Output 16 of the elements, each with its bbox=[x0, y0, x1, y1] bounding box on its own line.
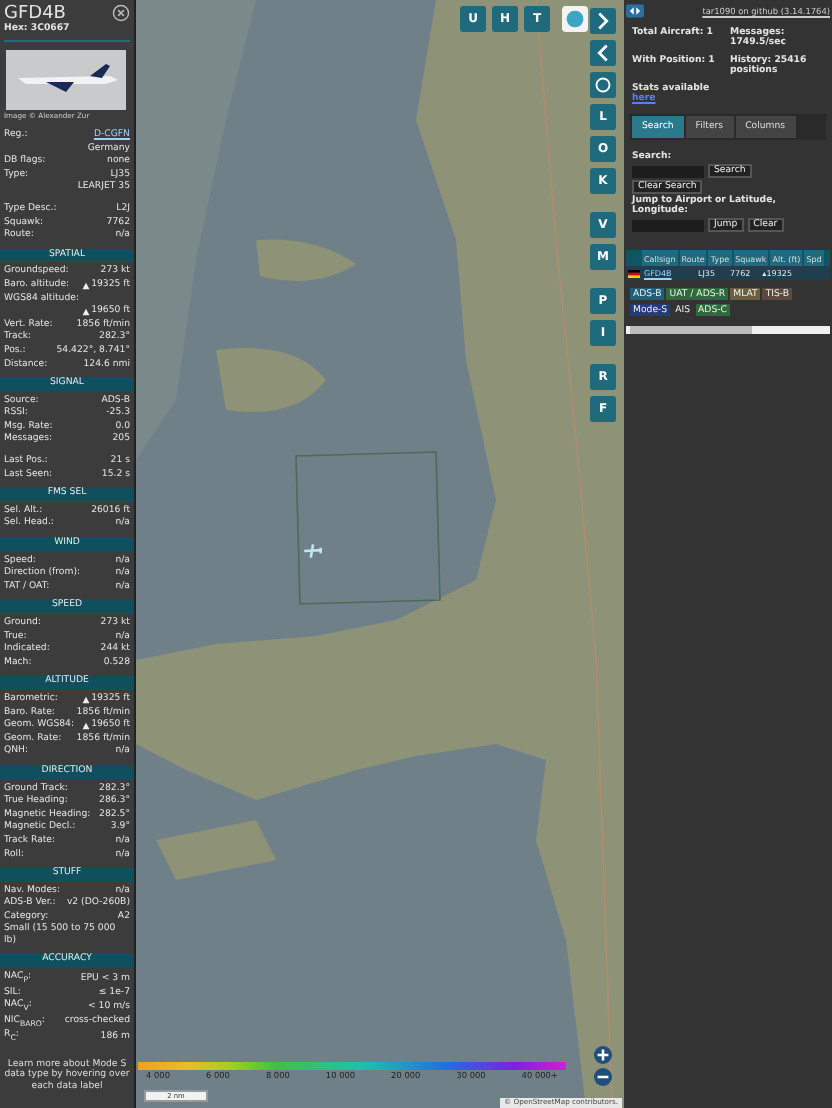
settings-icon[interactable] bbox=[590, 72, 616, 98]
callsign-title: GFD4B bbox=[4, 4, 66, 24]
chevron-left-icon[interactable] bbox=[590, 40, 616, 66]
aircraft-icon[interactable] bbox=[302, 540, 324, 562]
aircraft-photo-placeholder bbox=[6, 50, 126, 110]
close-icon[interactable] bbox=[112, 4, 130, 22]
collapse-icon[interactable] bbox=[626, 4, 644, 18]
zoom-in-icon[interactable] bbox=[594, 1046, 612, 1064]
flag-icon bbox=[628, 269, 640, 278]
chevron-right-icon[interactable] bbox=[590, 8, 616, 34]
globe-icon[interactable] bbox=[562, 6, 588, 32]
search-field[interactable] bbox=[632, 165, 704, 178]
island bbox=[256, 239, 356, 281]
island bbox=[216, 348, 326, 412]
zoom-out-icon[interactable] bbox=[594, 1068, 612, 1086]
island bbox=[156, 820, 276, 880]
